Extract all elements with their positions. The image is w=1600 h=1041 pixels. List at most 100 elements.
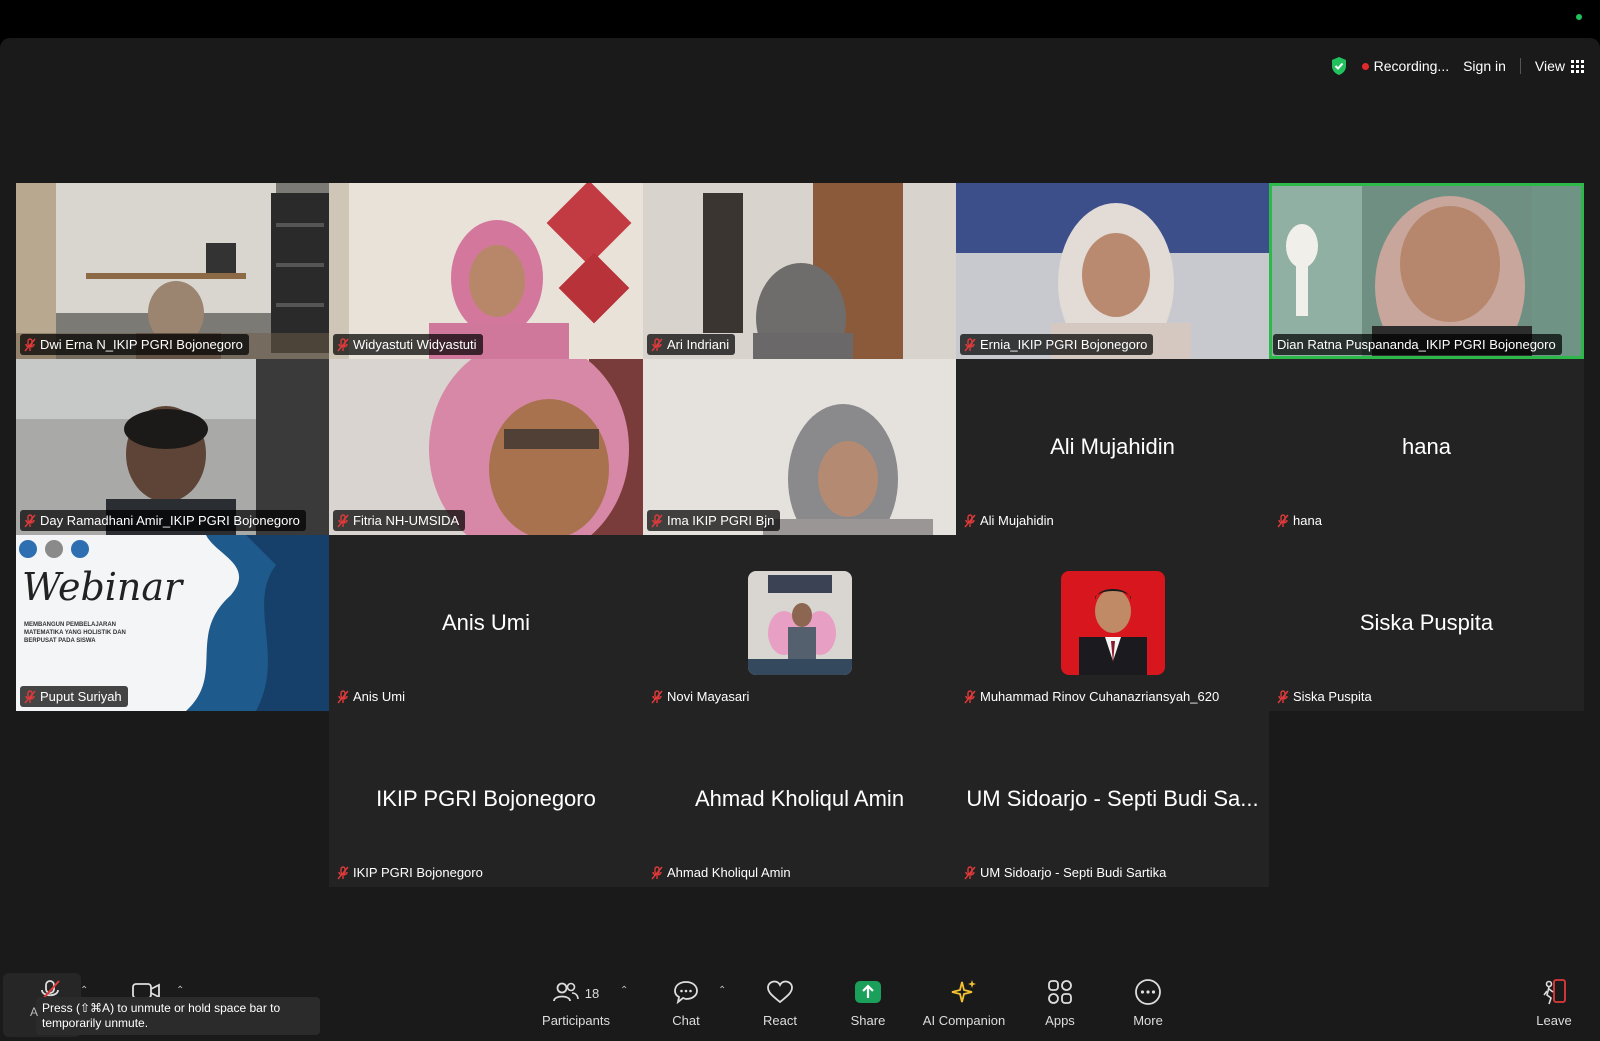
mic-muted-icon: [964, 513, 976, 528]
meeting-toolbar: ⌃ ⌃ A Press (⇧⌘A) to unmute or hold spac…: [0, 971, 1600, 1041]
encryption-shield-icon[interactable]: [1330, 56, 1348, 76]
participant-name: Puput Suriyah: [40, 689, 122, 704]
video-tile[interactable]: Ari Indriani: [643, 183, 956, 359]
participant-name: Ari Indriani: [667, 337, 730, 352]
video-tile-camera-off[interactable]: Ali Mujahidin Ali Mujahidin: [956, 359, 1269, 535]
video-tile[interactable]: Ernia_IKIP PGRI Bojonegoro: [956, 183, 1269, 359]
participant-name-label: Puput Suriyah: [20, 686, 128, 707]
chat-label: Chat: [672, 1013, 700, 1028]
react-button[interactable]: React: [750, 979, 810, 1028]
leave-label: Leave: [1536, 1013, 1572, 1028]
video-tile-camera-off[interactable]: IKIP PGRI Bojonegoro IKIP PGRI Bojonegor…: [329, 711, 643, 887]
video-tile[interactable]: Webinar MEMBANGUN PEMBELAJARAN MATEMATIK…: [16, 535, 329, 711]
apps-icon: [1047, 979, 1073, 1008]
participant-name-label: IKIP PGRI Bojonegoro: [333, 862, 489, 883]
participant-name: Dwi Erna N_IKIP PGRI Bojonegoro: [40, 337, 243, 352]
video-tile-camera-off[interactable]: Novi Mayasari: [643, 535, 956, 711]
mic-muted-icon: [1277, 689, 1289, 704]
chat-options-chevron-icon[interactable]: ⌃: [718, 985, 726, 996]
slide-title: Webinar: [22, 565, 183, 609]
recording-label: Recording...: [1373, 58, 1450, 74]
mic-muted-icon: [24, 689, 36, 704]
divider: [1519, 58, 1521, 74]
sign-in-button[interactable]: Sign in: [1463, 58, 1506, 74]
participant-name-label: Siska Puspita: [1273, 686, 1378, 707]
apps-label: Apps: [1045, 1013, 1075, 1028]
more-button[interactable]: More: [1118, 978, 1178, 1028]
participant-name: Siska Puspita: [1293, 689, 1372, 704]
more-label: More: [1133, 1013, 1163, 1028]
participant-name-label: Anis Umi: [333, 686, 411, 707]
tooltip-text: Press (⇧⌘A) to unmute or hold space bar …: [42, 1001, 281, 1030]
sparkle-icon: [950, 978, 978, 1009]
mic-muted-icon: [651, 865, 663, 880]
mic-muted-icon: [964, 337, 976, 352]
participant-name-label: Ali Mujahidin: [960, 510, 1060, 531]
video-options-chevron-icon[interactable]: ⌃: [176, 985, 184, 996]
mic-muted-icon: [651, 689, 663, 704]
more-dots-icon: [1134, 978, 1162, 1009]
mic-muted-icon: [1277, 513, 1289, 528]
video-tile[interactable]: Fitria NH-UMSIDA: [329, 359, 643, 535]
chat-button[interactable]: Chat: [656, 979, 716, 1028]
participant-name-label: Novi Mayasari: [647, 686, 755, 707]
video-tile-camera-off[interactable]: Anis Umi Anis Umi: [329, 535, 643, 711]
participant-name-label: Ahmad Kholiqul Amin: [647, 862, 797, 883]
share-button[interactable]: Share: [838, 979, 898, 1028]
meeting-window: Recording... Sign in View Dwi Erna N_IKI…: [0, 38, 1600, 1041]
participant-name-label: Ernia_IKIP PGRI Bojonegoro: [960, 334, 1154, 355]
mic-muted-icon: [337, 865, 349, 880]
apps-button[interactable]: Apps: [1030, 979, 1090, 1028]
participant-name-label: Muhammad Rinov Cuhanazriansyah_620: [960, 686, 1225, 707]
ai-companion-label: AI Companion: [922, 1013, 1006, 1028]
mic-muted-icon: [24, 513, 36, 528]
participant-name-label: hana: [1273, 510, 1328, 531]
participant-name: Ahmad Kholiqul Amin: [667, 865, 791, 880]
audio-options-chevron-icon[interactable]: ⌃: [80, 985, 88, 996]
participant-name: Muhammad Rinov Cuhanazriansyah_620: [980, 689, 1220, 704]
react-label: React: [763, 1013, 797, 1028]
video-tile-camera-off[interactable]: Siska Puspita Siska Puspita: [1269, 535, 1584, 711]
video-tile-camera-off[interactable]: hana hana: [1269, 359, 1584, 535]
participant-name: hana: [1293, 513, 1322, 528]
participant-name-label: Widyastuti Widyastuti: [333, 334, 483, 355]
participant-video: [956, 183, 1269, 359]
participants-button[interactable]: 18 Participants: [536, 979, 616, 1028]
recording-dot-icon: [1361, 62, 1369, 70]
participant-name-label: Ari Indriani: [647, 334, 736, 355]
video-tile-camera-off[interactable]: Muhammad Rinov Cuhanazriansyah_620: [956, 535, 1269, 711]
video-tile-active-speaker[interactable]: Dian Ratna Puspananda_IKIP PGRI Bojonego…: [1269, 183, 1584, 359]
video-tile-camera-off[interactable]: Ahmad Kholiqul Amin Ahmad Kholiqul Amin: [643, 711, 956, 887]
participant-name: Ernia_IKIP PGRI Bojonegoro: [980, 337, 1148, 352]
video-tile[interactable]: Ima IKIP PGRI Bjn: [643, 359, 956, 535]
view-button[interactable]: View: [1535, 58, 1584, 74]
participant-name: Fitria NH-UMSIDA: [353, 513, 460, 528]
video-tile[interactable]: Day Ramadhani Amir_IKIP PGRI Bojonegoro: [16, 359, 329, 535]
participant-name: Widyastuti Widyastuti: [353, 337, 477, 352]
avatar: [1060, 571, 1165, 675]
participant-video: [329, 359, 643, 535]
meeting-status-bar: Recording... Sign in View: [1330, 56, 1584, 76]
grid-view-icon: [1571, 59, 1584, 73]
heart-icon: [766, 980, 794, 1007]
participant-name-label: Ima IKIP PGRI Bjn: [647, 510, 781, 531]
participant-name: Dian Ratna Puspananda_IKIP PGRI Bojonego…: [1277, 337, 1556, 352]
participants-options-chevron-icon[interactable]: ⌃: [620, 985, 628, 996]
participants-icon: [552, 981, 579, 1006]
mic-muted-icon: [337, 337, 349, 352]
share-label: Share: [850, 1013, 886, 1028]
video-tile[interactable]: Dwi Erna N_IKIP PGRI Bojonegoro: [16, 183, 329, 359]
participant-name: Ima IKIP PGRI Bjn: [667, 513, 775, 528]
avatar: [747, 571, 852, 675]
participant-display-name: IKIP PGRI Bojonegoro: [376, 786, 596, 811]
menu-strip: [0, 0, 1600, 38]
mic-muted-icon: [651, 337, 663, 352]
participant-name: IKIP PGRI Bojonegoro: [353, 865, 483, 880]
ai-companion-button[interactable]: AI Companion: [914, 979, 1014, 1028]
video-tile[interactable]: Widyastuti Widyastuti: [329, 183, 643, 359]
participant-video: [643, 359, 956, 535]
video-tile-camera-off[interactable]: UM Sidoarjo - Septi Budi Sa... UM Sidoar…: [956, 711, 1269, 887]
leave-button[interactable]: Leave: [1524, 978, 1584, 1028]
recording-indicator[interactable]: Recording...: [1361, 58, 1450, 74]
view-label: View: [1534, 58, 1565, 74]
